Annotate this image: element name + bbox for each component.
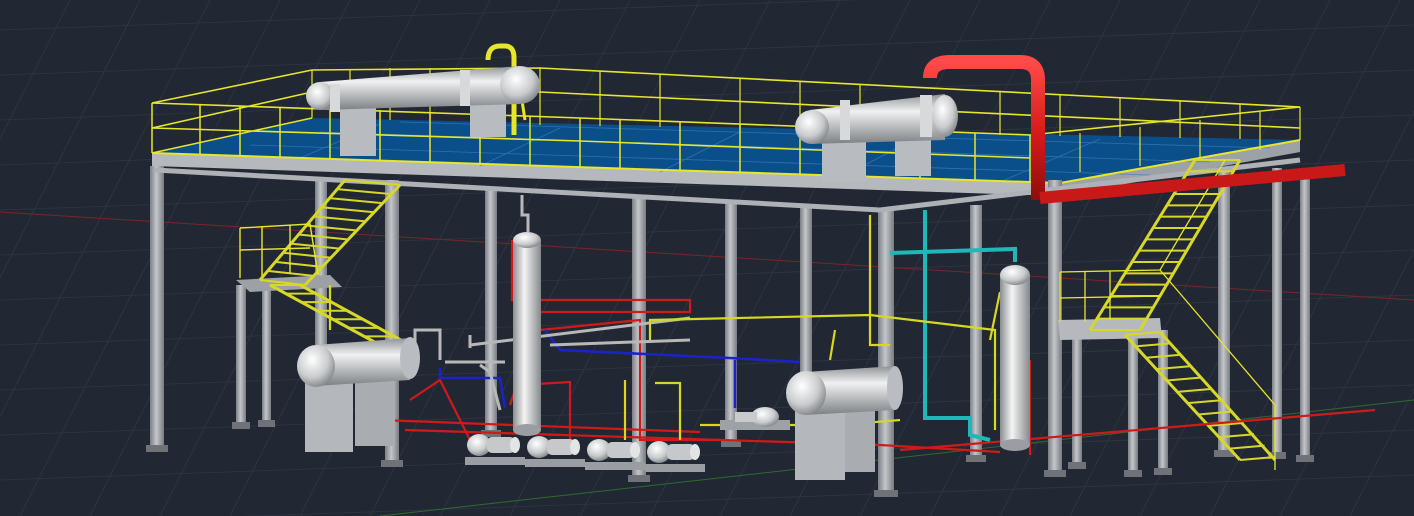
plant-3d-model[interactable] — [0, 0, 1414, 516]
cad-model-viewport[interactable] — [0, 0, 1414, 516]
grid-line — [0, 0, 71, 140]
grid-line — [0, 429, 1414, 481]
column-base-plate — [1154, 468, 1172, 475]
steel-column[interactable] — [262, 285, 271, 420]
column-base-plate — [874, 490, 898, 497]
column-base-plate — [258, 420, 275, 427]
steel-column[interactable] — [1300, 168, 1310, 455]
grid-line — [0, 384, 1414, 436]
pump-skid — [465, 457, 525, 465]
grid-line — [0, 0, 211, 418]
column-base-plate — [1124, 470, 1142, 477]
drum-left[interactable] — [297, 337, 420, 452]
column-vessel-center[interactable] — [513, 232, 541, 436]
grid-line — [0, 69, 1414, 121]
column-base-plate — [232, 422, 250, 429]
column-base-plate — [381, 460, 403, 467]
grid-line — [0, 24, 1414, 76]
steel-column[interactable] — [1158, 330, 1168, 468]
column-base-plate — [628, 475, 650, 482]
grid-line — [243, 474, 1414, 516]
column-base-plate — [1296, 455, 1314, 462]
pump-motor-end — [630, 442, 640, 458]
pump-motor-end — [690, 444, 700, 460]
column-base-plate — [1068, 462, 1086, 469]
pump-motor-end — [570, 439, 580, 455]
grid-line — [1349, 388, 1414, 516]
steel-column[interactable] — [236, 285, 246, 422]
grid-line — [0, 249, 1414, 301]
column-vessel-right[interactable] — [1000, 265, 1030, 451]
steel-column[interactable] — [1072, 330, 1082, 462]
pump-skid — [645, 464, 705, 472]
pump-motor-end — [510, 437, 520, 453]
column-base-plate — [1044, 470, 1066, 477]
steel-column[interactable] — [1272, 168, 1282, 452]
steel-column[interactable] — [1128, 330, 1138, 470]
grid-line — [1209, 110, 1414, 516]
grid-line — [0, 204, 1414, 256]
column-base-plate — [146, 445, 168, 452]
grid-line — [0, 0, 141, 279]
steel-column[interactable] — [150, 166, 164, 445]
grid-line — [0, 339, 1414, 391]
column-base-plate — [966, 455, 986, 462]
pump-skid — [585, 462, 645, 470]
pump-skid — [525, 459, 585, 467]
grid-line — [0, 0, 860, 31]
